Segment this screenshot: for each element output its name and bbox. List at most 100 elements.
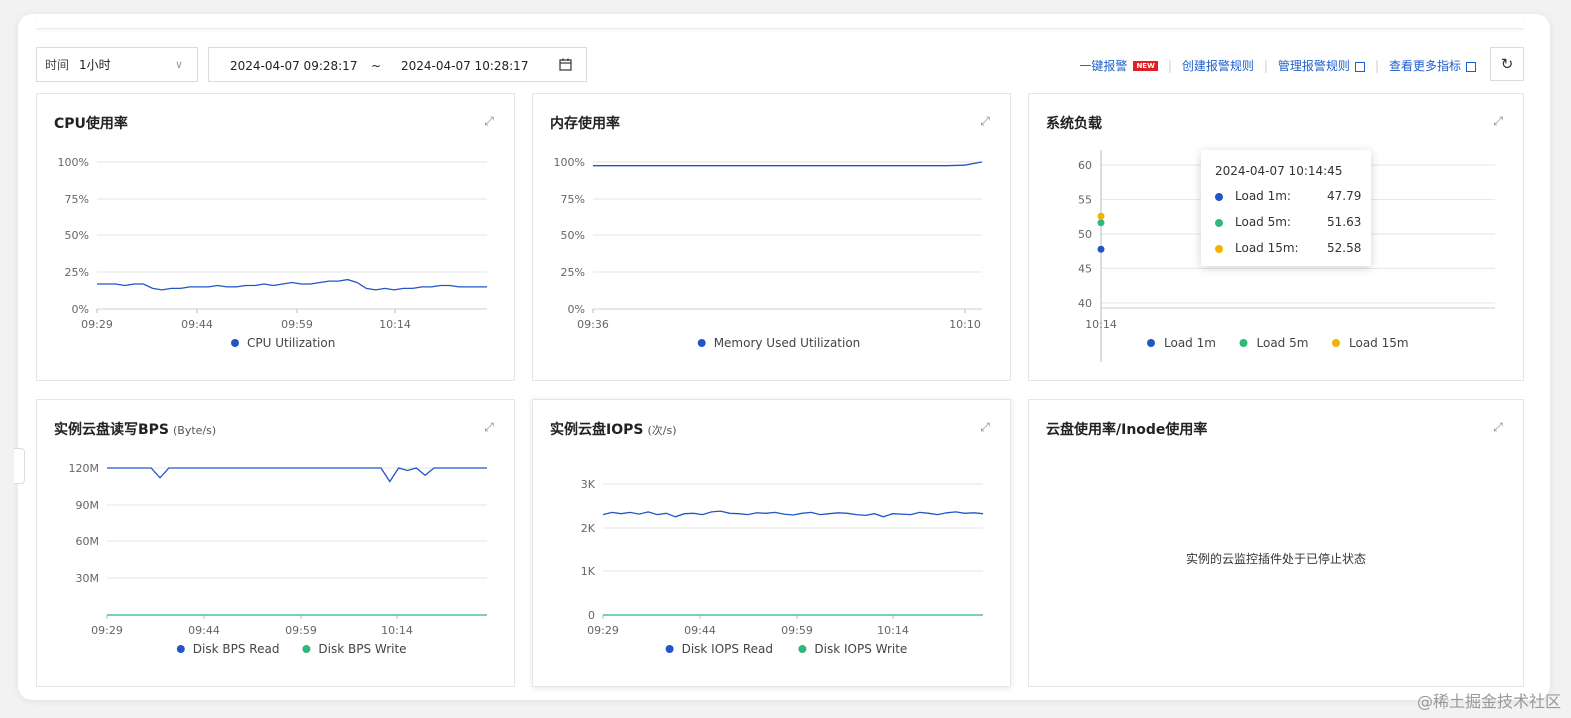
collapse-handle[interactable] bbox=[14, 448, 25, 484]
y-tick-label: 50% bbox=[65, 229, 89, 242]
data-point bbox=[1097, 219, 1105, 227]
series-line bbox=[97, 278, 487, 291]
disk-usage-panel: 云盘使用率/Inode使用率 ⤢ 实例的云监控插件处于已停止状态 bbox=[1028, 399, 1524, 687]
manage-alarm-rules-link[interactable]: 管理报警规则 bbox=[1278, 57, 1350, 74]
external-link-icon bbox=[1354, 61, 1365, 72]
chevron-down-icon: ∨ bbox=[174, 58, 183, 71]
external-link-icon bbox=[1466, 61, 1476, 72]
y-tick-label: 75% bbox=[65, 193, 89, 206]
tooltip-marker bbox=[1215, 245, 1223, 253]
legend-label: Disk IOPS Write bbox=[814, 642, 907, 656]
y-tick-label: 25% bbox=[561, 266, 585, 279]
legend-marker bbox=[697, 339, 706, 347]
date-range-picker[interactable]: 2024-04-07 09:28:17 ~ 2024-04-07 10:28:1… bbox=[208, 47, 587, 82]
x-tick-label: 10:14 bbox=[1085, 318, 1117, 331]
tooltip-marker bbox=[1215, 219, 1223, 227]
refresh-icon: ↻ bbox=[1500, 55, 1514, 73]
legend-marker bbox=[231, 339, 239, 347]
tooltip-marker bbox=[1215, 193, 1223, 201]
system-load-panel: 系统负载 ⤢ 60 55 50 45 40 10:14 Load 1m Load 5m Load… bbox=[1028, 93, 1524, 381]
time-value: 1小时 bbox=[79, 58, 111, 72]
tooltip-value: 52.58 bbox=[1327, 241, 1362, 255]
x-tick-label: 09:36 bbox=[577, 318, 609, 331]
one-click-alarm-link[interactable]: 一键报警 bbox=[1079, 57, 1127, 74]
x-tick-label: 09:59 bbox=[781, 624, 813, 637]
watermark: @稀土掘金技术社区 bbox=[1416, 692, 1561, 711]
series-line bbox=[593, 161, 983, 167]
y-tick-label: 30M bbox=[76, 572, 100, 585]
legend-label: Load 1m bbox=[1164, 336, 1216, 350]
y-tick-label: 45 bbox=[1078, 262, 1092, 275]
y-tick-label: 0% bbox=[568, 303, 585, 316]
legend-label: Disk BPS Read bbox=[193, 642, 280, 656]
range-end: 2024-04-07 10:28:17 bbox=[401, 59, 529, 73]
data-point bbox=[1097, 212, 1105, 220]
y-tick-label: 1K bbox=[581, 565, 596, 578]
legend-label: Load 15m bbox=[1349, 336, 1409, 350]
x-tick-label: 09:59 bbox=[281, 318, 313, 331]
series-line bbox=[107, 467, 487, 483]
x-tick-label: 10:14 bbox=[379, 318, 411, 331]
legend-marker bbox=[176, 645, 185, 653]
divider: | bbox=[1167, 58, 1172, 73]
legend-label: CPU Utilization bbox=[247, 336, 335, 350]
x-tick-label: 09:29 bbox=[81, 318, 113, 331]
y-tick-label: 100% bbox=[554, 156, 585, 169]
x-tick-label: 09:29 bbox=[91, 624, 123, 637]
time-period-select[interactable]: 时间 1小时 ∨ bbox=[36, 47, 198, 82]
y-tick-label: 100% bbox=[58, 156, 89, 169]
y-tick-label: 60M bbox=[76, 535, 100, 548]
plugin-stopped-message: 实例的云监控插件处于已停止状态 bbox=[1185, 552, 1366, 566]
tooltip-series-name: Load 1m: bbox=[1235, 189, 1291, 203]
y-tick-label: 40 bbox=[1078, 297, 1092, 310]
expand-icon[interactable]: ⤢ bbox=[1491, 420, 1505, 434]
cpu-chart: 100% 75% 50% 25% 0% 09:29 09:44 09:59 10:14 CPU U… bbox=[58, 156, 487, 350]
legend-label: Disk IOPS Read bbox=[682, 642, 773, 656]
x-tick-label: 09:44 bbox=[188, 624, 220, 637]
range-separator: ~ bbox=[371, 59, 382, 73]
load-tooltip: 2024-04-07 10:14:45 Load 1m: 47.79 Load 5m:… bbox=[1201, 150, 1371, 266]
y-tick-label: 3K bbox=[581, 478, 596, 491]
y-tick-label: 2K bbox=[581, 522, 596, 535]
mem-chart: 100% 75% 50% 25% 0% 09:36 10:10 Memory Used Uti… bbox=[554, 156, 983, 350]
time-label: 时间 bbox=[45, 58, 70, 72]
x-tick-label: 10:10 bbox=[949, 318, 981, 331]
panel-title: 云盘使用率/Inode使用率 bbox=[1046, 422, 1208, 438]
legend-marker bbox=[1147, 339, 1155, 347]
divider: | bbox=[1263, 58, 1268, 73]
disk-iops-panel: 实例云盘IOPS (次/s) ⤢ 3K 2K 1K 0 09:29 09:44 09:59 10… bbox=[532, 399, 1011, 687]
y-tick-label: 25% bbox=[65, 266, 89, 279]
x-tick-label: 10:14 bbox=[381, 624, 413, 637]
cpu-usage-panel: CPU使用率 ⤢ 100% 75% 50% 25% 0% 09:29 09:44 09:59 1… bbox=[36, 93, 515, 381]
y-tick-label: 90M bbox=[76, 499, 100, 512]
legend-marker bbox=[1239, 339, 1248, 347]
y-tick-label: 50% bbox=[561, 229, 585, 242]
y-tick-label: 50 bbox=[1078, 228, 1092, 241]
more-metrics-link[interactable]: 查看更多指标 bbox=[1389, 57, 1461, 74]
legend-label: Load 5m bbox=[1257, 336, 1309, 350]
iops-chart: 3K 2K 1K 0 09:29 09:44 09:59 10:14 Disk IOPS Rea… bbox=[581, 478, 984, 656]
tooltip-value: 51.63 bbox=[1327, 215, 1362, 229]
data-point bbox=[1097, 245, 1105, 253]
legend-marker bbox=[1332, 339, 1340, 347]
series-line bbox=[602, 510, 984, 518]
x-tick-label: 09:29 bbox=[587, 624, 619, 637]
y-tick-label: 120M bbox=[69, 462, 100, 475]
tooltip-value: 47.79 bbox=[1327, 189, 1362, 203]
legend-label: Disk BPS Write bbox=[318, 642, 406, 656]
tooltip-series-name: Load 15m: bbox=[1235, 241, 1299, 255]
disk-bps-panel: 实例云盘读写BPS (Byte/s) ⤢ 120M 90M 60M 30M 09:29 09… bbox=[36, 399, 515, 687]
calendar-icon[interactable] bbox=[559, 58, 572, 71]
create-alarm-rule-link[interactable]: 创建报警规则 bbox=[1182, 57, 1254, 74]
memory-usage-panel: 内存使用率 ⤢ 100% 75% 50% 25% 0% 09:36 10:10 Memory … bbox=[532, 93, 1011, 381]
y-tick-label: 55 bbox=[1078, 194, 1092, 207]
legend-marker bbox=[665, 645, 674, 653]
x-tick-label: 09:44 bbox=[181, 318, 213, 331]
y-tick-label: 60 bbox=[1078, 159, 1092, 172]
refresh-button[interactable]: ↻ bbox=[1490, 47, 1524, 81]
legend-label: Memory Used Utilization bbox=[714, 336, 861, 350]
alarm-links: 一键报警 NEW | 创建报警规则 | 管理报警规则 | 查看更多指标 bbox=[1079, 57, 1476, 74]
tooltip-time: 2024-04-07 10:14:45 bbox=[1215, 164, 1343, 178]
divider: | bbox=[1374, 58, 1379, 73]
new-badge: NEW bbox=[1133, 60, 1158, 71]
